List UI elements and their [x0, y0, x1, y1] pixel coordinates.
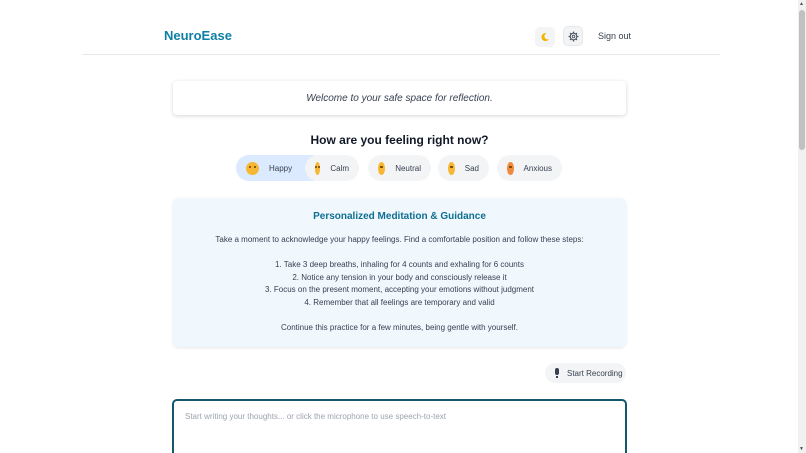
header-divider [82, 54, 720, 55]
guidance-intro: Take a moment to acknowledge your happy … [215, 235, 584, 244]
welcome-message: Welcome to your safe space for reflectio… [306, 92, 493, 104]
start-recording-button[interactable]: Start Recording [545, 363, 626, 383]
settings-button[interactable] [563, 26, 583, 46]
guidance-step: 1. Take 3 deep breaths, inhaling for 4 c… [275, 260, 524, 269]
app-header: NeuroEase Sign out [0, 0, 798, 72]
mood-label: Calm [330, 163, 349, 173]
happy-emoji-icon [246, 161, 259, 175]
moon-icon [541, 33, 549, 42]
neutral-emoji-icon [378, 161, 386, 175]
calm-emoji-icon [315, 161, 321, 175]
mood-label: Anxious [523, 163, 552, 173]
sad-emoji-icon [448, 161, 455, 175]
scrollbar-thumb[interactable] [799, 10, 805, 150]
sign-out-link[interactable]: Sign out [598, 31, 631, 41]
mood-option-calm[interactable]: Calm [305, 155, 359, 181]
guidance-step: 4. Remember that all feelings are tempor… [304, 298, 495, 307]
welcome-card: Welcome to your safe space for reflectio… [173, 81, 626, 115]
mood-label: Happy [269, 163, 293, 173]
scroll-up-arrow-icon[interactable]: ▲ [799, 1, 804, 7]
guidance-step: 3. Focus on the present moment, acceptin… [264, 285, 535, 294]
mood-option-sad[interactable]: Sad [438, 155, 489, 181]
guidance-title: Personalized Meditation & Guidance [313, 211, 486, 222]
journal-textarea[interactable] [172, 399, 627, 453]
guidance-step: 2. Notice any tension in your body and c… [292, 273, 507, 282]
scroll-down-arrow-icon[interactable]: ▼ [799, 446, 804, 452]
guidance-closing: Continue this practice for a few minutes… [280, 323, 518, 332]
theme-toggle-button[interactable] [535, 27, 555, 47]
app-logo[interactable]: NeuroEase [164, 28, 232, 43]
gear-icon [568, 31, 578, 41]
mood-prompt: How are you feeling right now? [310, 133, 489, 147]
mood-option-anxious[interactable]: Anxious [497, 155, 562, 181]
microphone-icon [554, 368, 560, 378]
guidance-card: Personalized Meditation & Guidance Take … [173, 198, 626, 347]
anxious-emoji-icon [507, 161, 514, 175]
start-recording-label: Start Recording [567, 368, 623, 378]
mood-label: Neutral [395, 163, 421, 173]
page-scrollbar[interactable]: ▲ ▼ [798, 0, 806, 453]
mood-label: Sad [464, 163, 479, 173]
mood-option-neutral[interactable]: Neutral [368, 155, 431, 181]
